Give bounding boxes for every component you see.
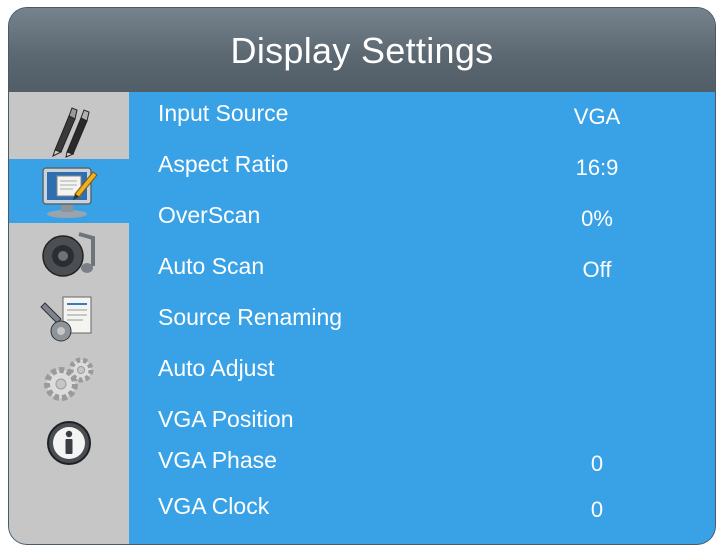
- menu-row-value: 16:9: [575, 155, 619, 180]
- menu-row-vga-phase[interactable]: VGA Phase 0: [129, 439, 715, 489]
- menu-row-value: 0: [590, 497, 604, 522]
- menu-row-aspect-ratio[interactable]: Aspect Ratio 16:9: [129, 143, 715, 193]
- page-title: Display Settings: [230, 30, 494, 71]
- menu-row-vga-clock[interactable]: VGA Clock 0: [129, 485, 715, 535]
- menu-row-auto-scan[interactable]: Auto Scan Off: [129, 245, 715, 295]
- menu-row-value: 0%: [581, 206, 613, 231]
- settings-list: Input Source VGA Aspect Ratio 16:9 OverS…: [129, 92, 715, 544]
- sidebar-item-picture[interactable]: [9, 98, 129, 162]
- menu-row-label: VGA Position: [158, 406, 294, 432]
- menu-row-label: Aspect Ratio: [158, 151, 289, 177]
- speaker-icon: [42, 232, 95, 277]
- tools-icon: [40, 296, 92, 342]
- sidebar-item-tools[interactable]: [9, 285, 129, 349]
- osd-window: Display Settings Input Source VGA Aspect…: [9, 8, 715, 544]
- menu-row-value: Off: [582, 257, 612, 282]
- menu-row-auto-adjust[interactable]: Auto Adjust: [129, 347, 715, 397]
- info-icon: [47, 421, 91, 465]
- title-bar: Display Settings: [9, 8, 715, 92]
- menu-row-value: VGA: [573, 104, 621, 129]
- menu-row-label: VGA Phase: [158, 447, 277, 473]
- sidebar-item-display[interactable]: [9, 159, 129, 223]
- menu-row-label: Source Renaming: [158, 304, 343, 330]
- menu-row-source-renaming[interactable]: Source Renaming: [129, 296, 715, 346]
- sidebar-item-sound[interactable]: [9, 222, 129, 286]
- menu-row-label: OverScan: [158, 202, 261, 228]
- sidebar-item-advanced[interactable]: [9, 348, 129, 412]
- monitor-icon: [42, 167, 98, 218]
- menu-row-label: Auto Scan: [158, 253, 265, 279]
- menu-row-label: Auto Adjust: [158, 355, 275, 381]
- menu-row-input-source[interactable]: Input Source VGA: [129, 92, 715, 142]
- menu-row-label: VGA Clock: [158, 493, 270, 519]
- gears-icon: [44, 357, 94, 401]
- menu-row-value: 0: [590, 451, 604, 476]
- sidebar: [9, 92, 129, 544]
- menu-row-overscan[interactable]: OverScan 0%: [129, 194, 715, 244]
- sidebar-item-info[interactable]: [9, 411, 129, 475]
- menu-row-label: Input Source: [158, 100, 289, 126]
- pens-icon: [52, 107, 90, 158]
